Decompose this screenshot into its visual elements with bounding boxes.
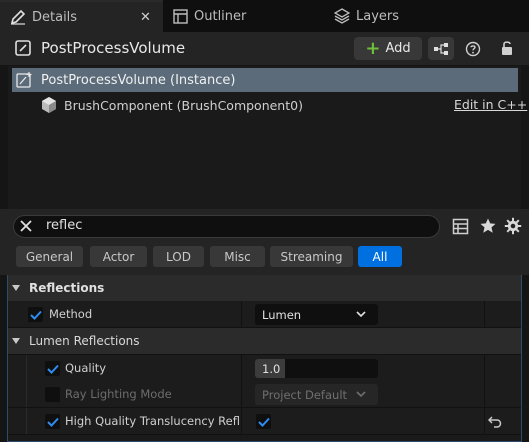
search-input-value: reflec bbox=[46, 218, 83, 233]
filter-lod[interactable]: LOD bbox=[153, 246, 204, 267]
filter-misc[interactable]: Misc bbox=[210, 246, 265, 267]
category-lumen-reflections-label: Lumen Reflections bbox=[29, 334, 140, 348]
property-row-method: Method Lumen bbox=[8, 301, 521, 328]
actor-icon bbox=[15, 40, 31, 56]
lock-icon[interactable] bbox=[497, 38, 517, 58]
expand-arrow-icon bbox=[12, 338, 20, 344]
category-reflections[interactable]: Reflections bbox=[8, 275, 521, 302]
table-view-icon[interactable] bbox=[452, 218, 469, 235]
property-row-hq-translucency-reflections: High Quality Translucency Reflec... bbox=[8, 408, 521, 435]
ray-lighting-mode-dropdown: Project Default bbox=[255, 384, 378, 405]
clear-search-icon[interactable] bbox=[18, 218, 34, 234]
close-tab-icon[interactable]: ✕ bbox=[140, 10, 151, 25]
ray-lighting-enable-checkbox[interactable] bbox=[45, 387, 60, 402]
quality-label: Quality bbox=[65, 361, 107, 375]
quality-enable-checkbox[interactable] bbox=[45, 361, 60, 376]
blueprint-hierarchy-icon bbox=[434, 42, 448, 55]
cube-icon bbox=[42, 97, 56, 113]
expand-arrow-icon bbox=[12, 285, 20, 291]
details-pencil-icon bbox=[10, 9, 26, 25]
edit-in-cpp-link[interactable]: Edit in C++ bbox=[454, 97, 527, 112]
property-row-quality: Quality 1.0 bbox=[8, 355, 521, 382]
hq-translucency-label: High Quality Translucency Reflec... bbox=[65, 414, 240, 428]
quality-input[interactable]: 1.0 bbox=[255, 359, 378, 378]
tree-item-instance-label: PostProcessVolume (Instance) bbox=[41, 72, 236, 88]
outliner-icon bbox=[172, 8, 188, 24]
quality-input-value: 1.0 bbox=[262, 361, 281, 376]
ray-lighting-mode-value: Project Default bbox=[262, 387, 348, 402]
tab-layers[interactable]: Layers bbox=[330, 0, 529, 32]
filter-streaming[interactable]: Streaming bbox=[270, 246, 353, 267]
chevron-down-icon bbox=[356, 391, 366, 398]
method-dropdown[interactable]: Lumen bbox=[255, 304, 378, 325]
actor-title: PostProcessVolume bbox=[41, 39, 186, 57]
chevron-down-icon bbox=[356, 311, 366, 318]
filter-all[interactable]: All bbox=[358, 246, 402, 267]
tab-outliner-label: Outliner bbox=[194, 8, 247, 24]
layers-icon bbox=[334, 8, 350, 24]
method-dropdown-value: Lumen bbox=[262, 307, 302, 322]
hq-translucency-value-checkbox[interactable] bbox=[256, 414, 271, 429]
hq-translucency-enable-checkbox[interactable] bbox=[45, 414, 60, 429]
tree-item-brushcomponent-label: BrushComponent (BrushComponent0) bbox=[64, 97, 303, 113]
plus-icon: + bbox=[365, 37, 381, 59]
category-reflections-label: Reflections bbox=[29, 281, 105, 295]
favorites-star-icon[interactable] bbox=[479, 217, 497, 235]
method-label: Method bbox=[49, 307, 93, 321]
filter-actor[interactable]: Actor bbox=[90, 246, 147, 267]
reset-to-default-icon[interactable] bbox=[488, 415, 502, 428]
method-enable-checkbox[interactable] bbox=[28, 307, 43, 322]
tree-item-brushcomponent[interactable]: BrushComponent (BrushComponent0) bbox=[40, 95, 518, 115]
instance-icon bbox=[16, 72, 32, 88]
tree-item-instance[interactable]: PostProcessVolume (Instance) bbox=[12, 68, 518, 92]
tab-details-label: Details bbox=[32, 9, 78, 25]
category-lumen-reflections[interactable]: Lumen Reflections bbox=[8, 328, 521, 355]
tab-details[interactable]: Details ✕ bbox=[0, 0, 163, 32]
tab-layers-label: Layers bbox=[356, 8, 400, 24]
settings-gear-icon[interactable] bbox=[504, 217, 522, 235]
add-button-label: Add bbox=[385, 41, 411, 56]
tab-outliner[interactable]: Outliner bbox=[166, 0, 326, 32]
property-row-ray-lighting-mode: Ray Lighting Mode Project Default bbox=[8, 381, 521, 408]
help-icon[interactable] bbox=[463, 39, 483, 59]
ray-lighting-mode-label: Ray Lighting Mode bbox=[65, 387, 172, 401]
filter-general[interactable]: General bbox=[16, 246, 83, 267]
blueprint-button[interactable] bbox=[428, 37, 454, 60]
add-component-button[interactable]: + Add bbox=[354, 37, 422, 60]
